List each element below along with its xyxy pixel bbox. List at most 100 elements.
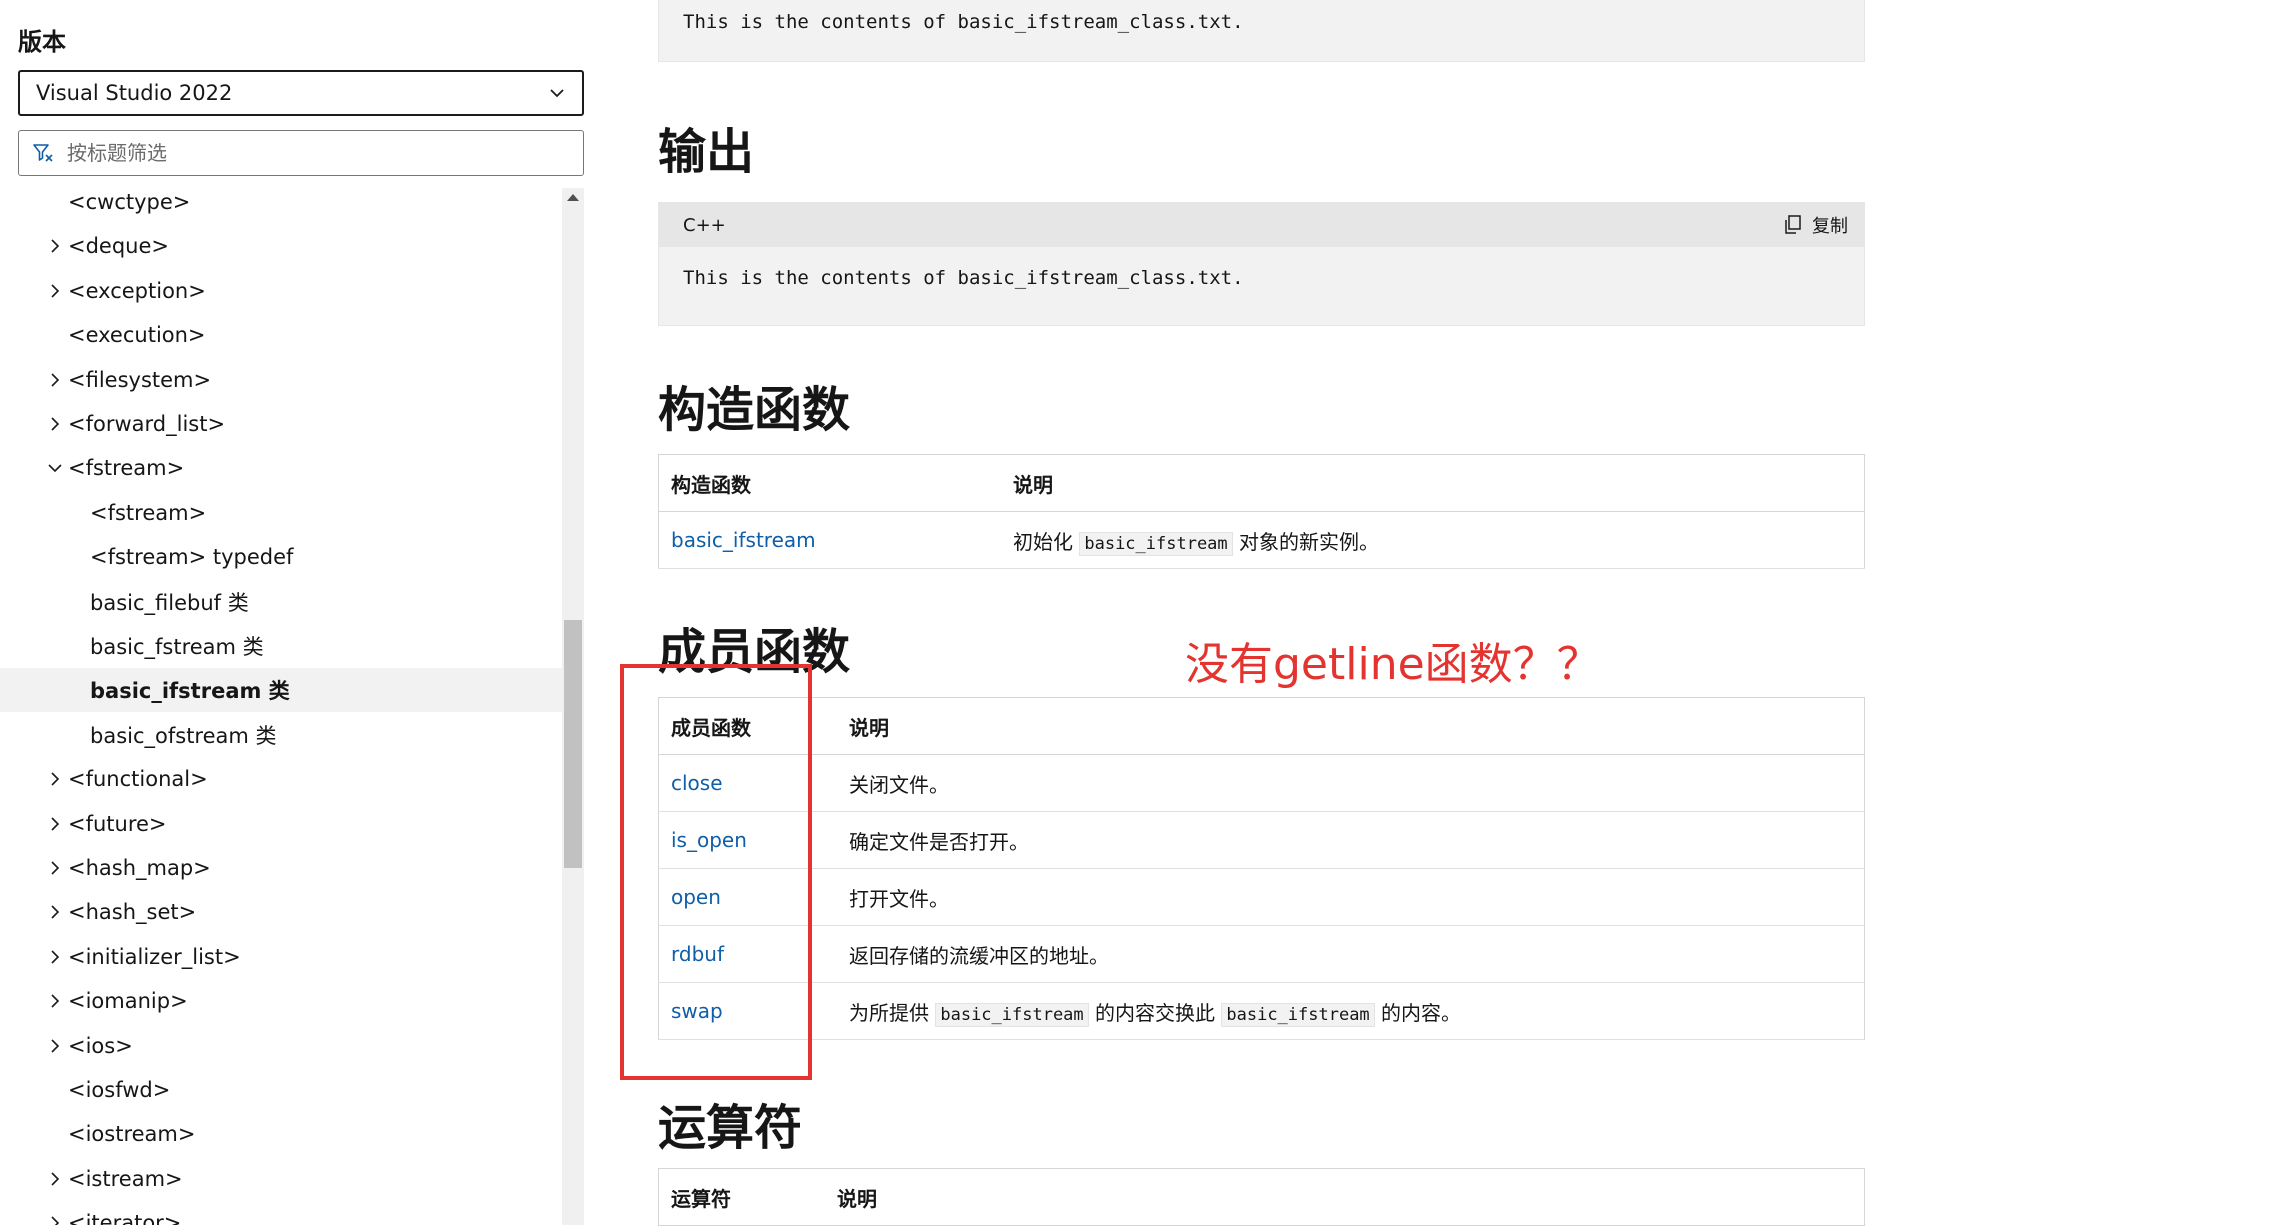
toc-item[interactable]: <iostream>	[0, 1112, 562, 1156]
toc-item-label: <exception>	[68, 278, 206, 303]
toc-item-label: <iterator>	[68, 1211, 182, 1225]
toc-item-label: <cwctype>	[68, 190, 191, 214]
chevron-down-icon	[550, 89, 564, 98]
toc-item-label: <filesystem>	[68, 367, 212, 392]
toc-item[interactable]: <iosfwd>	[0, 1068, 562, 1112]
toc-item-label: <hash_map>	[68, 856, 211, 880]
toc-item-label: <execution>	[68, 323, 206, 348]
description-text: 的内容交换此	[1088, 1000, 1222, 1025]
annotation-highlight-box	[620, 664, 812, 1080]
toc-item[interactable]: <hash_map>	[0, 846, 562, 890]
toc-item-label: basic_fstream 类	[90, 635, 264, 659]
toc-item[interactable]: basic_fstream 类	[0, 624, 562, 668]
version-label: 版本	[18, 28, 66, 56]
description-cell: 关闭文件。	[837, 754, 1865, 812]
toc-item[interactable]: <ios>	[0, 1024, 562, 1068]
operators-table: 运算符 说明	[658, 1168, 1865, 1226]
code-text: This is the contents of basic_ifstream_c…	[683, 267, 1244, 289]
toc-item-label: basic_ifstream 类	[90, 679, 290, 704]
filter-field[interactable]	[18, 130, 584, 176]
table-row: rdbuf 返回存储的流缓冲区的地址。	[658, 925, 1865, 983]
toc-item[interactable]: <fstream> typedef	[0, 535, 562, 579]
chevron-right-icon[interactable]	[48, 950, 62, 964]
toc-item[interactable]: <execution>	[0, 313, 562, 357]
scroll-up-arrow-icon[interactable]	[567, 194, 579, 201]
toc-item-label: <future>	[68, 811, 167, 836]
heading-constructors: 构造函数	[658, 382, 851, 438]
version-selected-value: Visual Studio 2022	[36, 81, 233, 105]
code-block-output: C++ 复制 This is the contents of basic_ifs…	[658, 202, 1865, 326]
chevron-right-icon[interactable]	[48, 772, 62, 786]
toc-scrollbar[interactable]	[562, 188, 584, 1225]
table-row: swap 为所提供 basic_ifstream 的内容交换此 basic_if…	[658, 982, 1865, 1040]
toc-item-label: <fstream> typedef	[90, 545, 294, 570]
toc-item-label: <ios>	[68, 1033, 133, 1058]
toc-item[interactable]: <fstream>	[0, 491, 562, 535]
toc-item[interactable]: <iomanip>	[0, 979, 562, 1023]
chevron-right-icon[interactable]	[48, 373, 62, 387]
toc-item[interactable]: <future>	[0, 802, 562, 846]
filter-icon	[33, 144, 53, 162]
toc-item[interactable]: <initializer_list>	[0, 935, 562, 979]
table-row: is_open 确定文件是否打开。	[658, 811, 1865, 869]
scroll-thumb[interactable]	[564, 620, 582, 868]
toc-item-label: <forward_list>	[68, 412, 226, 436]
toc-item[interactable]: <forward_list>	[0, 402, 562, 446]
toc-item[interactable]: <deque>	[0, 224, 562, 268]
inline-code: basic_ifstream	[1221, 1002, 1375, 1027]
chevron-right-icon[interactable]	[48, 1039, 62, 1053]
toc-item[interactable]: basic_ifstream 类	[0, 668, 562, 713]
chevron-right-icon[interactable]	[48, 861, 62, 875]
inline-code: basic_ifstream	[1079, 531, 1233, 556]
chevron-right-icon[interactable]	[48, 817, 62, 831]
heading-operators: 运算符	[658, 1100, 803, 1156]
toc-item-label: <iomanip>	[68, 989, 188, 1014]
toc-item[interactable]: <exception>	[0, 269, 562, 313]
column-header: 构造函数	[658, 454, 1001, 512]
constructors-table: 构造函数 说明 basic_ifstream 初始化 basic_ifstrea…	[658, 454, 1865, 569]
filter-input[interactable]	[65, 140, 549, 166]
toc-item[interactable]: <functional>	[0, 757, 562, 801]
toc-item[interactable]: basic_filebuf 类	[0, 580, 562, 624]
toc-item[interactable]: <hash_set>	[0, 890, 562, 934]
toc-item[interactable]: <cwctype>	[0, 180, 562, 224]
toc-item[interactable]: <filesystem>	[0, 358, 562, 402]
chevron-right-icon[interactable]	[48, 994, 62, 1008]
column-header: 运算符	[658, 1168, 825, 1226]
table-header-row: 构造函数 说明	[658, 454, 1865, 512]
table-row: close 关闭文件。	[658, 754, 1865, 812]
toc-item-label: <initializer_list>	[68, 944, 241, 969]
description-cell: 初始化 basic_ifstream 对象的新实例。	[1001, 511, 1865, 569]
chevron-right-icon[interactable]	[48, 284, 62, 298]
chevron-down-icon[interactable]	[48, 461, 62, 475]
link-basic-ifstream[interactable]: basic_ifstream	[671, 528, 816, 552]
toc-item[interactable]: <fstream>	[0, 446, 562, 490]
description-cell: 打开文件。	[837, 868, 1865, 926]
chevron-right-icon[interactable]	[48, 417, 62, 431]
table-header-row: 运算符 说明	[658, 1168, 1865, 1226]
chevron-right-icon[interactable]	[48, 1172, 62, 1186]
toc-item-label: <deque>	[68, 234, 170, 259]
copy-button[interactable]: 复制	[1784, 212, 1848, 238]
code-text: This is the contents of basic_ifstream_c…	[683, 11, 1244, 33]
table-header-row: 成员函数 说明	[658, 697, 1865, 755]
copy-icon	[1785, 215, 1801, 234]
description-cell: 为所提供 basic_ifstream 的内容交换此 basic_ifstrea…	[837, 982, 1865, 1040]
chevron-right-icon[interactable]	[48, 1216, 62, 1225]
table-row: basic_ifstream 初始化 basic_ifstream 对象的新实例…	[658, 511, 1865, 569]
chevron-right-icon[interactable]	[48, 239, 62, 253]
annotation-note: 没有getline函数？？	[1185, 639, 1601, 690]
toc-item-label: basic_ofstream 类	[90, 723, 277, 748]
column-header: 说明	[1001, 454, 1865, 512]
toc-item-label: <fstream>	[68, 456, 185, 481]
toc-item[interactable]: basic_ofstream 类	[0, 713, 562, 757]
chevron-right-icon[interactable]	[48, 905, 62, 919]
toc-item[interactable]: <iterator>	[0, 1201, 562, 1225]
description-cell: 确定文件是否打开。	[837, 811, 1865, 869]
table-row: open 打开文件。	[658, 868, 1865, 926]
version-dropdown[interactable]: Visual Studio 2022	[18, 70, 584, 116]
inline-code: basic_ifstream	[935, 1002, 1089, 1027]
toc-item[interactable]: <istream>	[0, 1157, 562, 1201]
description-text: 对象的新实例。	[1232, 529, 1380, 554]
column-header: 说明	[837, 697, 1865, 755]
